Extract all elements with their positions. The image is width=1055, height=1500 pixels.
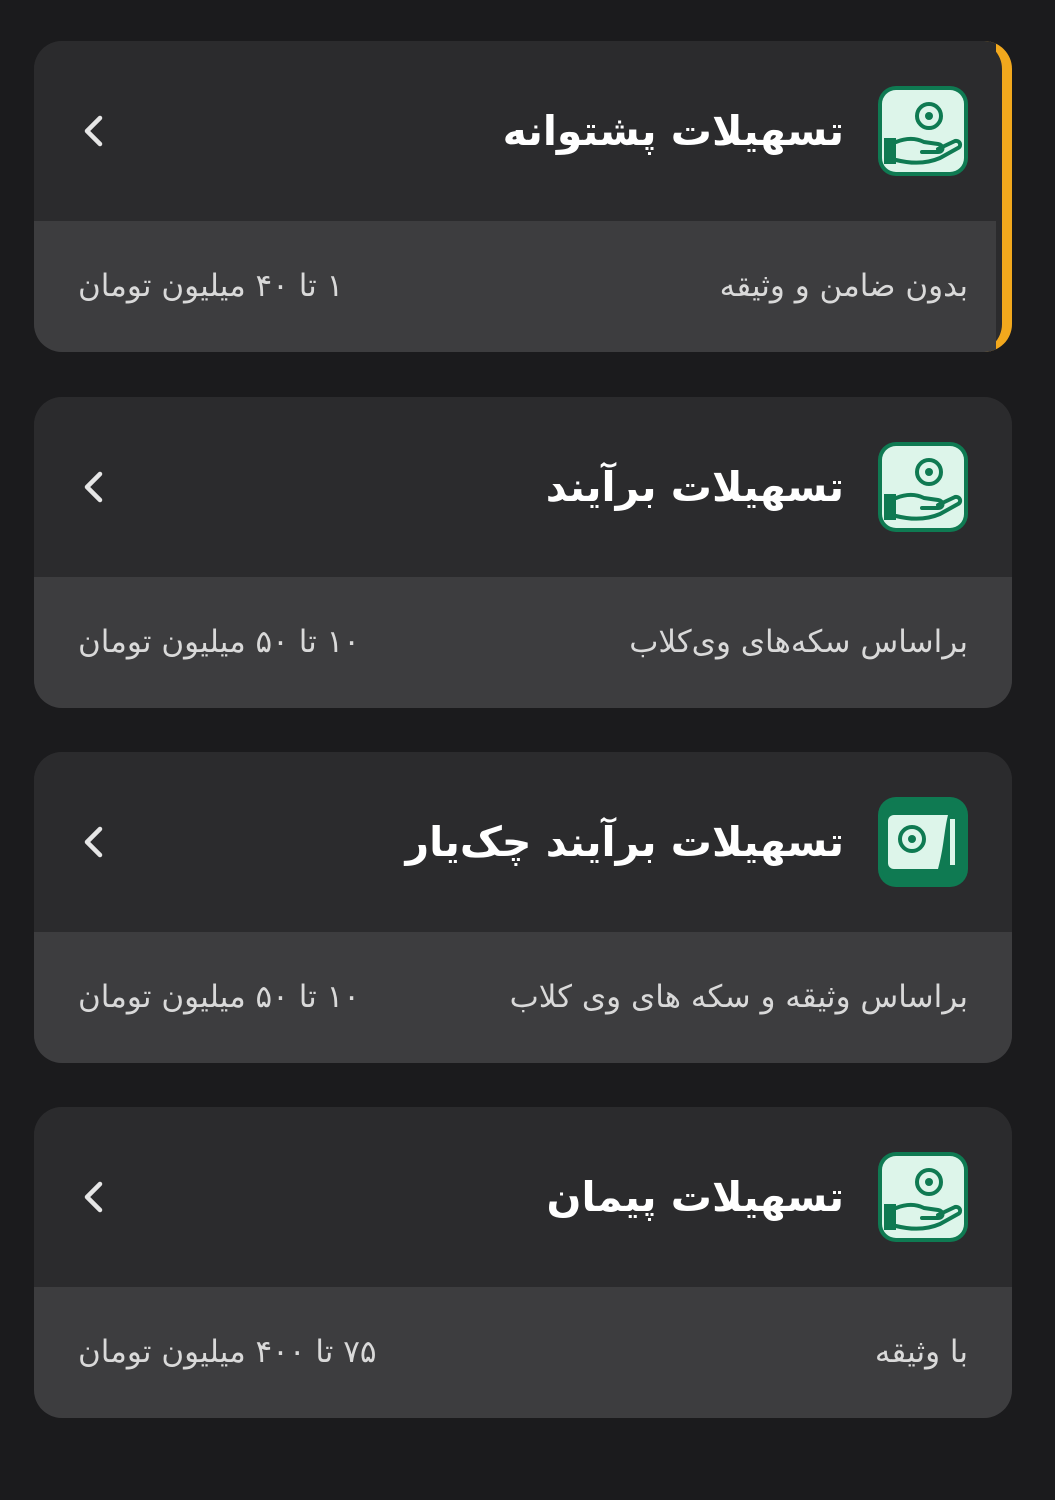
hand-coin-icon <box>878 86 968 176</box>
card-amount-range: ۱۰ تا ۵۰ میلیون تومان <box>78 979 360 1015</box>
card-title: تسهیلات پشتوانه <box>502 107 844 155</box>
hand-coin-icon <box>878 1152 968 1242</box>
card-amount-range: ۱۰ تا ۵۰ میلیون تومان <box>78 624 360 660</box>
card-description: با وثیقه <box>874 1334 968 1370</box>
card-amount-range: ۱ تا ۴۰ میلیون تومان <box>78 268 344 304</box>
loan-card-barayand[interactable]: تسهیلات برآیند براساس سکه‌های وی‌کلاب ۱۰… <box>34 397 1012 708</box>
card-header <box>34 1107 1012 1287</box>
chevron-left-icon[interactable] <box>74 111 114 151</box>
card-description: بدون ضامن و وثیقه <box>719 268 968 304</box>
chevron-left-icon[interactable] <box>74 467 114 507</box>
loan-card-poshtvaneh[interactable]: تسهیلات پشتوانه بدون ضامن و وثیقه ۱ تا ۴… <box>34 41 1012 352</box>
cheque-icon <box>878 797 968 887</box>
card-title: تسهیلات پیمان <box>546 1173 844 1221</box>
card-title: تسهیلات برآیند چک‌یار <box>405 818 845 866</box>
card-title: تسهیلات برآیند <box>545 463 844 511</box>
loan-card-peyman[interactable]: تسهیلات پیمان با وثیقه ۷۵ تا ۴۰۰ میلیون … <box>34 1107 1012 1418</box>
loan-card-barayand-chekyar[interactable]: تسهیلات برآیند چک‌یار براساس وثیقه و سکه… <box>34 752 1012 1063</box>
hand-coin-icon <box>878 442 968 532</box>
chevron-left-icon[interactable] <box>74 822 114 862</box>
card-description: براساس وثیقه و سکه های وی کلاب <box>509 979 968 1015</box>
card-description: براساس سکه‌های وی‌کلاب <box>629 624 968 660</box>
loan-options-list: تسهیلات پشتوانه بدون ضامن و وثیقه ۱ تا ۴… <box>0 0 1055 1500</box>
card-header <box>34 397 1012 577</box>
chevron-left-icon[interactable] <box>74 1177 114 1217</box>
card-amount-range: ۷۵ تا ۴۰۰ میلیون تومان <box>78 1334 377 1370</box>
